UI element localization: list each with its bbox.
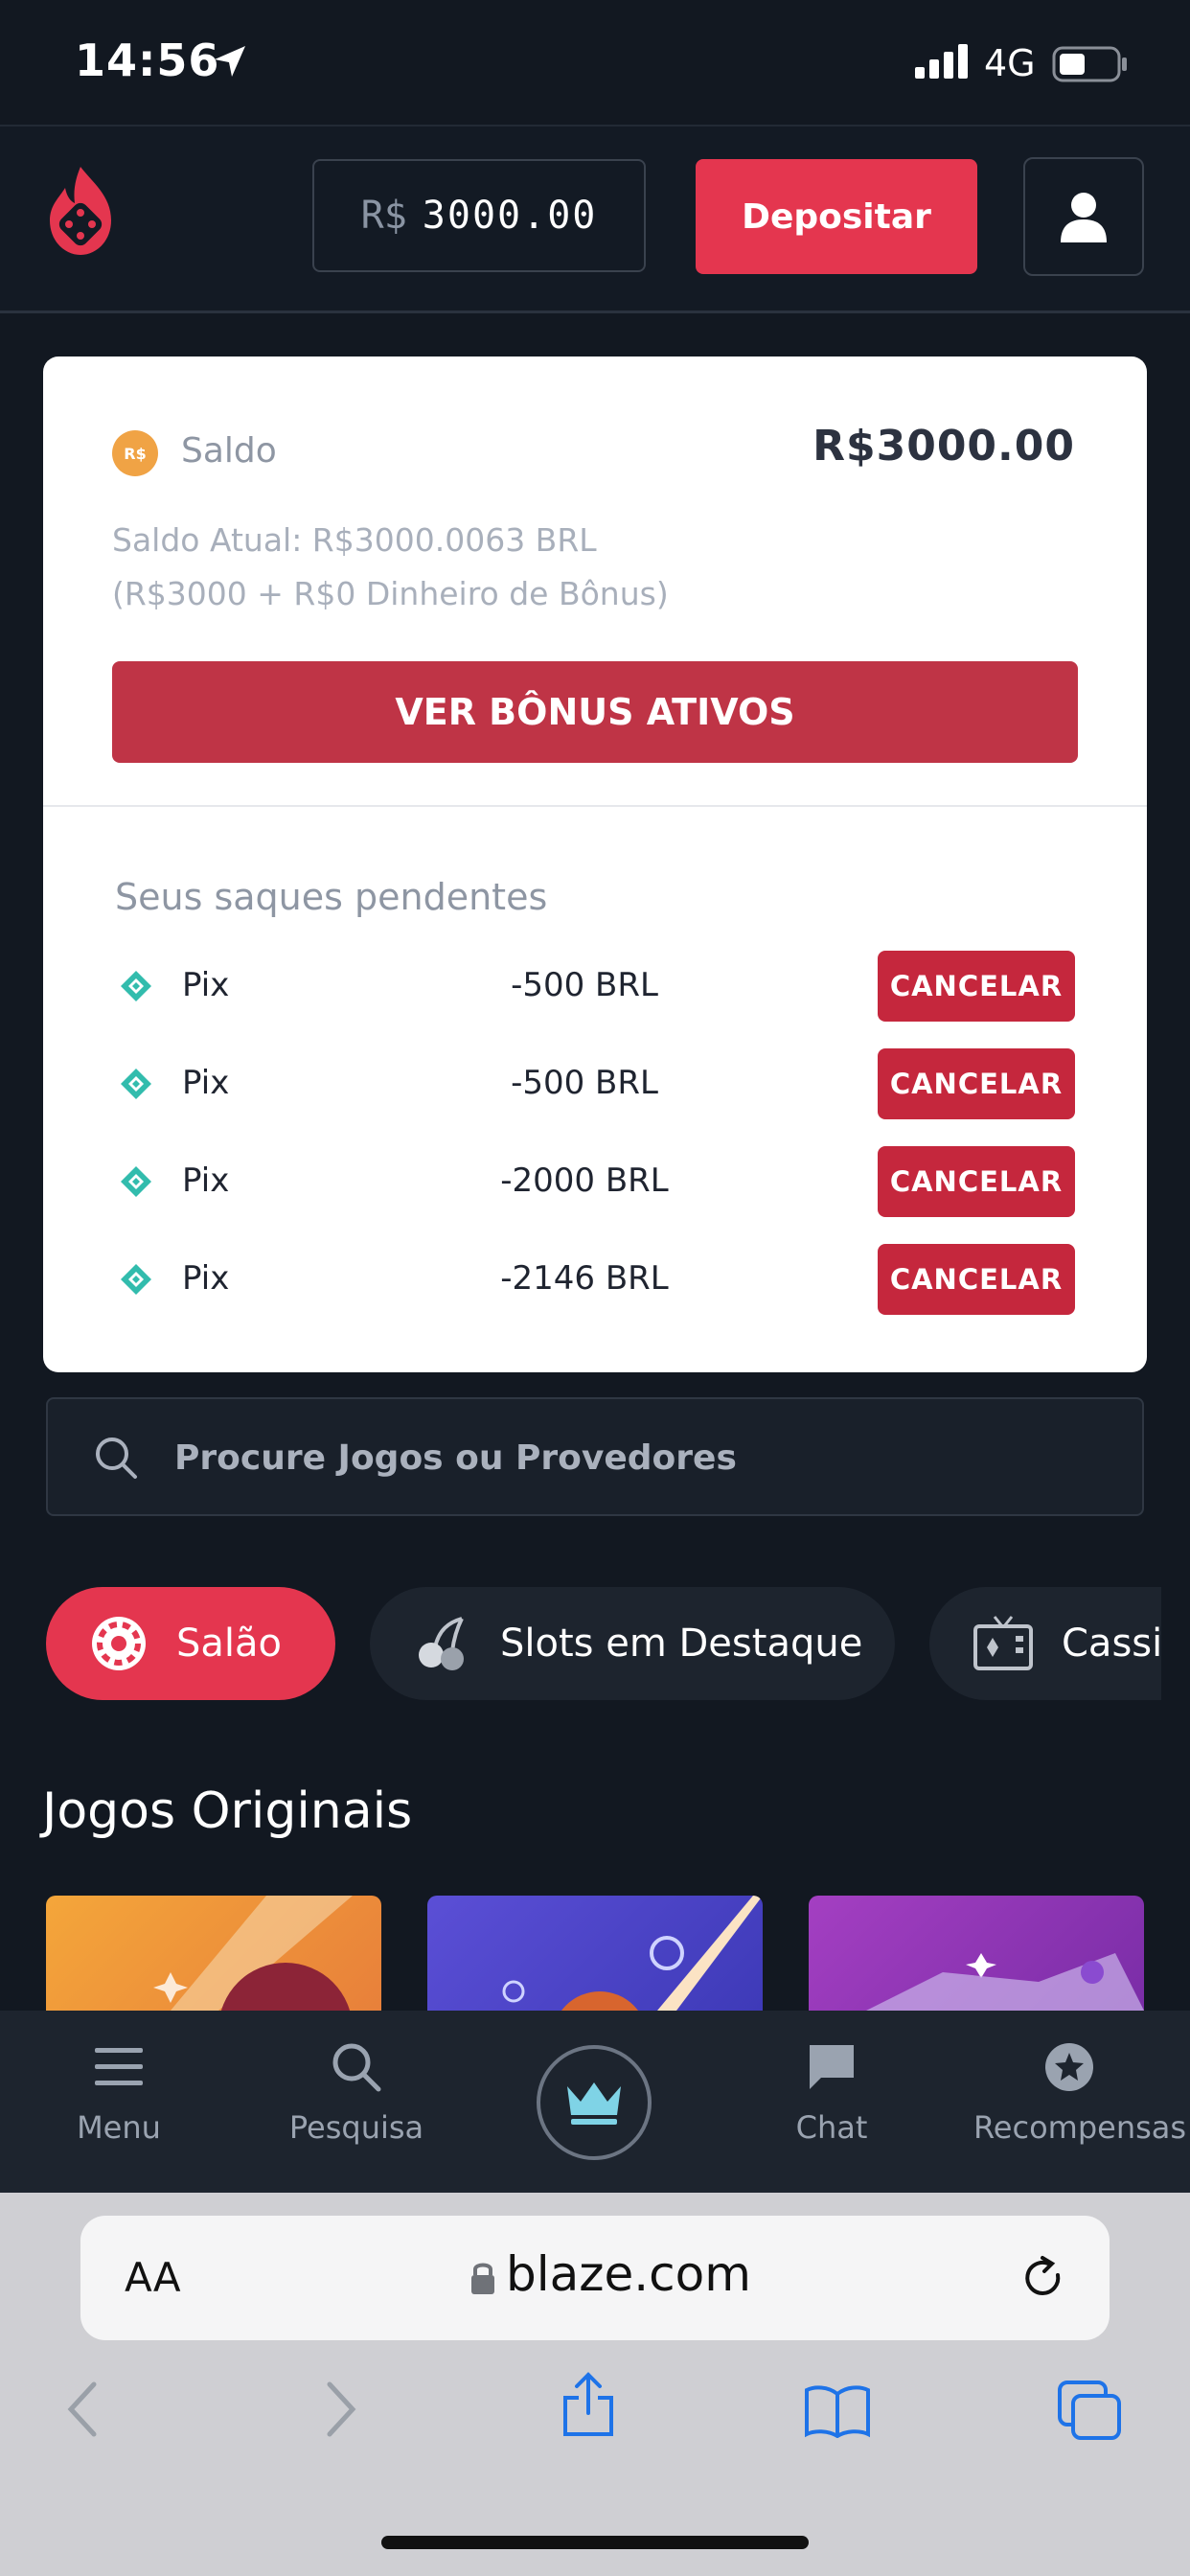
saldo-label: Saldo [181,431,277,471]
pending-withdrawals-title: Seus saques pendentes [115,876,548,918]
text-size-button[interactable]: AA [125,2254,181,2301]
balance-value: 3000.00 [422,194,598,238]
withdrawal-method: Pix [182,1259,230,1298]
nav-label: Chat [795,2109,868,2146]
pix-icon [119,1262,153,1300]
tab-cassino[interactable]: Cassi [929,1587,1161,1700]
address-bar[interactable]: AA blaze.com [80,2216,1110,2340]
withdrawal-method: Pix [182,1162,230,1200]
roulette-icon [90,1615,148,1672]
withdrawal-method: Pix [182,966,230,1004]
share-icon[interactable] [560,2371,617,2442]
view-active-bonus-button[interactable]: VER BÔNUS ATIVOS [112,661,1078,763]
reload-icon[interactable] [1019,2254,1067,2306]
tab-label: Cassi [1062,1622,1161,1666]
battery-icon [1052,46,1129,86]
pix-icon [119,1067,153,1105]
crown-button[interactable] [537,2045,652,2160]
status-time: 14:56 [75,34,220,86]
tabs-icon[interactable] [1056,2379,1123,2446]
game-tile[interactable] [427,1896,763,2011]
search-icon [261,2036,452,2098]
nav-label: Pesquisa [288,2109,424,2146]
user-icon [1061,193,1107,242]
search-icon [94,1436,138,1484]
tab-label: Salão [176,1622,282,1666]
tab-label: Slots em Destaque [500,1622,863,1666]
chat-icon [736,2036,927,2098]
tv-cards-icon [973,1615,1033,1672]
lock-icon [469,2260,496,2300]
withdrawal-amount: -2000 BRL [500,1162,669,1200]
star-badge-icon [973,2036,1165,2098]
forward-icon[interactable] [322,2380,360,2442]
nav-menu[interactable]: Menu [23,2036,215,2146]
profile-button[interactable] [1023,157,1144,276]
game-tile[interactable] [809,1896,1144,2011]
crown-icon [567,2082,621,2125]
nav-label: Menu [77,2109,161,2146]
network-type: 4G [984,42,1036,84]
withdrawal-row: Pix -2146 BRL CANCELAR [115,1244,1075,1315]
cherries-icon [414,1615,471,1672]
saldo-atual: Saldo Atual: R$3000.0063 BRL [112,521,597,559]
cancel-withdrawal-button[interactable]: CANCELAR [878,1244,1075,1315]
wallet-card [43,356,1147,1372]
nav-search[interactable]: Pesquisa [261,2036,452,2146]
tab-slots-destaque[interactable]: Slots em Destaque [370,1587,895,1700]
withdrawal-row: Pix -2000 BRL CANCELAR [115,1146,1075,1217]
saldo-value: R$3000.00 [812,422,1075,471]
withdrawal-amount: -500 BRL [511,1064,658,1102]
nav-chat[interactable]: Chat [736,2036,927,2146]
search-input[interactable] [172,1418,1115,1497]
tab-salao[interactable]: Salão [46,1587,335,1700]
game-tile[interactable] [46,1896,381,2011]
deposit-button[interactable]: Depositar [696,159,977,274]
nav-label: Recompensas [973,2109,1187,2146]
balance-currency: R$ [360,194,407,238]
withdrawal-amount: -500 BRL [511,966,658,1004]
url-text: blaze.com [506,2246,751,2302]
withdrawal-amount: -2146 BRL [500,1259,669,1298]
withdrawal-method: Pix [182,1064,230,1102]
pix-icon [119,1164,153,1203]
currency-badge-icon: R$ [112,430,158,476]
menu-icon [23,2036,215,2098]
nav-rewards[interactable]: Recompensas [973,2036,1187,2146]
cancel-withdrawal-button[interactable]: CANCELAR [878,1048,1075,1119]
withdrawal-row: Pix -500 BRL CANCELAR [115,951,1075,1022]
signal-strength-icon [915,44,971,82]
back-icon[interactable] [63,2380,102,2442]
game-search-bar[interactable] [46,1397,1144,1516]
blaze-logo-icon[interactable] [42,163,119,263]
saldo-breakdown: (R$3000 + R$0 Dinheiro de Bônus) [112,575,669,612]
bookmarks-icon[interactable] [803,2384,872,2442]
pix-icon [119,969,153,1007]
cancel-withdrawal-button[interactable]: CANCELAR [878,951,1075,1022]
balance-display[interactable]: R$ 3000.00 [312,159,646,272]
divider [43,805,1147,807]
section-title: Jogos Originais [42,1782,413,1840]
home-indicator [381,2536,809,2549]
withdrawal-row: Pix -500 BRL CANCELAR [115,1048,1075,1119]
cancel-withdrawal-button[interactable]: CANCELAR [878,1146,1075,1217]
category-tabs: Salão Slots em Destaque Cassi [46,1587,1161,1700]
location-arrow-icon [211,42,249,84]
